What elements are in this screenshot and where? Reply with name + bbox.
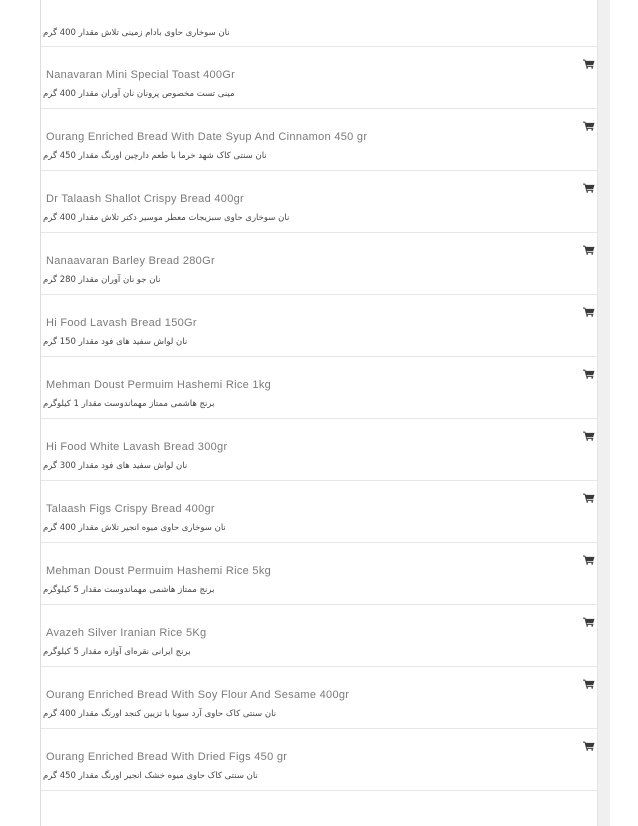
list-item[interactable]: Dr Talaash Shallot Crispy Bread 400gr نان… [41, 171, 597, 233]
product-name-en[interactable]: Dr Talaash Shallot Crispy Bread 400gr [46, 193, 244, 205]
shopping-cart-icon[interactable] [583, 304, 595, 317]
list-item[interactable]: Ourang Enriched Bread With Dried Figs 45… [41, 729, 597, 791]
product-name-en[interactable]: Nanaavaran Barley Bread 280Gr [46, 255, 215, 267]
product-list: نان سوخاری حاوی بادام زمینی تلاش مقدار 4… [41, 0, 597, 791]
list-item[interactable]: Mehman Doust Permuim Hashemi Rice 5kg برن… [41, 543, 597, 605]
product-name-fa: نان لواش سفید های فود مقدار 150 گرم [43, 337, 188, 347]
shopping-cart-icon[interactable] [583, 676, 595, 689]
list-item[interactable]: نان سوخاری حاوی بادام زمینی تلاش مقدار 4… [41, 0, 597, 47]
product-name-fa: نان سنتی کاک حاوی آرد سویا با تزیین کنجد… [43, 709, 277, 719]
product-name-en[interactable]: Mehman Doust Permuim Hashemi Rice 1kg [46, 379, 271, 391]
product-name-fa: برنج ممتاز هاشمی مهماندوست مقدار 5 کیلوگ… [43, 585, 215, 595]
list-item[interactable]: Hi Food White Lavash Bread 300gr نان لواش… [41, 419, 597, 481]
list-item[interactable]: Mehman Doust Permuim Hashemi Rice 1kg برن… [41, 357, 597, 419]
shopping-cart-icon[interactable] [583, 428, 595, 441]
product-name-en[interactable]: Hi Food Lavash Bread 150Gr [46, 317, 197, 329]
shopping-cart-icon[interactable] [583, 180, 595, 193]
product-name-en[interactable]: Avazeh Silver Iranian Rice 5Kg [46, 627, 206, 639]
product-name-fa: نان سوخاری حاوی سبزیجات معطر موسیر دکتر … [43, 213, 290, 223]
list-item[interactable]: Avazeh Silver Iranian Rice 5Kg برنج ایران… [41, 605, 597, 667]
shopping-cart-icon[interactable] [583, 366, 595, 379]
product-name-fa: نان سنتی کاک شهد خرما با طعم دارچین اورن… [43, 151, 267, 161]
shopping-cart-icon[interactable] [583, 490, 595, 503]
list-item[interactable]: Ourang Enriched Bread With Date Syup And… [41, 109, 597, 171]
scrollbar-track[interactable] [597, 0, 610, 826]
product-name-fa: نان سوخاری حاوی بادام زمینی تلاش مقدار 4… [43, 28, 230, 38]
shopping-cart-icon[interactable] [583, 738, 595, 751]
shopping-cart-icon[interactable] [583, 614, 595, 627]
list-item[interactable]: Talaash Figs Crispy Bread 400gr نان سوخار… [41, 481, 597, 543]
product-name-en[interactable]: Mehman Doust Permuim Hashemi Rice 5kg [46, 565, 271, 577]
product-name-fa: نان لواش سفید های فود مقدار 300 گرم [43, 461, 188, 471]
list-item[interactable]: Nanaavaran Barley Bread 280Gr نان جو نان … [41, 233, 597, 295]
product-name-en[interactable]: Ourang Enriched Bread With Soy Flour And… [46, 689, 349, 701]
list-item[interactable]: Ourang Enriched Bread With Soy Flour And… [41, 667, 597, 729]
product-name-fa: نان جو نان آوران مقدار 280 گرم [43, 275, 161, 285]
shopping-cart-icon[interactable] [583, 552, 595, 565]
list-item[interactable]: Hi Food Lavash Bread 150Gr نان لواش سفید … [41, 295, 597, 357]
shopping-cart-icon[interactable] [583, 242, 595, 255]
product-name-fa: نان سنتی کاک حاوی میوه خشک انجیر اورنگ م… [43, 771, 258, 781]
product-name-en[interactable]: Ourang Enriched Bread With Dried Figs 45… [46, 751, 287, 763]
product-name-fa: نان سوخاری حاوی میوه انجیر تلاش مقدار 40… [43, 523, 226, 533]
product-name-en[interactable]: Nanavaran Mini Special Toast 400Gr [46, 69, 235, 81]
list-item[interactable]: Nanavaran Mini Special Toast 400Gr مینی ت… [41, 47, 597, 109]
product-name-en[interactable]: Talaash Figs Crispy Bread 400gr [46, 503, 215, 515]
product-name-fa: برنج هاشمی ممتاز مهماندوست مقدار 1 کیلوگ… [43, 399, 215, 409]
product-name-en[interactable]: Hi Food White Lavash Bread 300gr [46, 441, 227, 453]
product-name-fa: برنج ایرانی نقره‌ای آوازه مقدار 5 کیلوگر… [43, 647, 191, 657]
shopping-cart-icon[interactable] [583, 56, 595, 69]
shopping-cart-icon[interactable] [583, 118, 595, 131]
product-name-fa: مینی تست مخصوص پرونان نان آوران مقدار 40… [43, 89, 235, 99]
product-name-en[interactable]: Ourang Enriched Bread With Date Syup And… [46, 131, 367, 143]
